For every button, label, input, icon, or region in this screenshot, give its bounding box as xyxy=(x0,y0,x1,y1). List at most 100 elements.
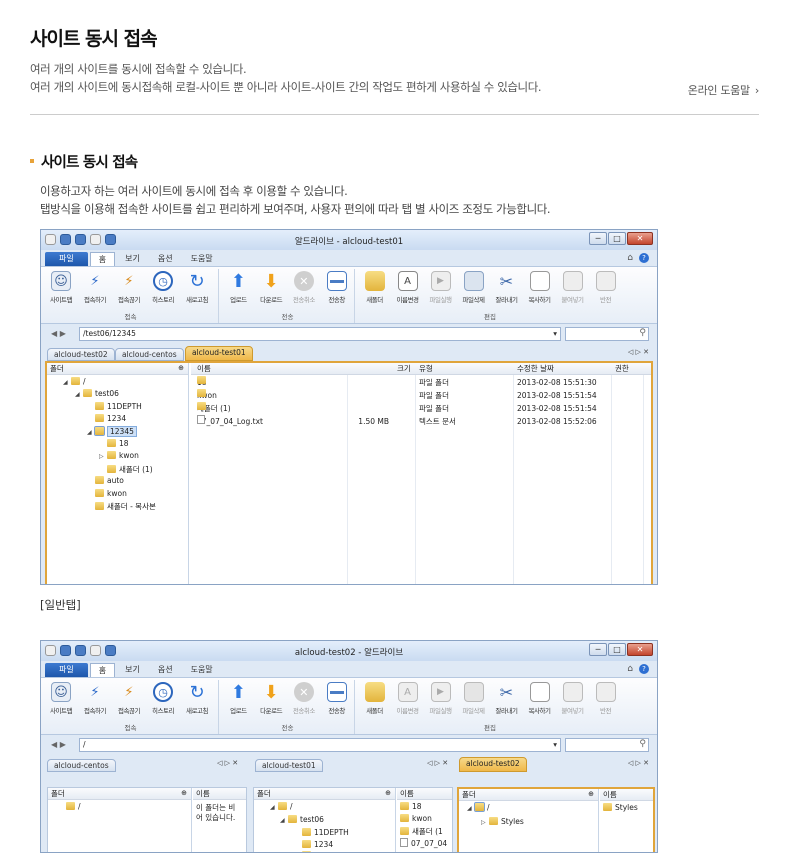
file-row[interactable]: 새폴더 (1) 파일 폴더 2013-02-08 15:51:54 xyxy=(191,402,651,415)
expand-closed-icon[interactable]: ▷ xyxy=(99,453,107,460)
minimize-button[interactable]: ─ xyxy=(589,232,607,245)
new-folder-button[interactable]: 새폴더 xyxy=(359,680,390,715)
search-icon[interactable]: ⚲ xyxy=(639,739,646,749)
paste-button[interactable]: 붙여넣기 xyxy=(557,680,588,715)
history-button[interactable]: ◷ 히스토리 xyxy=(147,269,179,304)
site-tab-alcloud-centos[interactable]: alcloud-centos xyxy=(47,759,116,772)
list-item[interactable]: 07_07_04 xyxy=(400,838,447,848)
tree-node[interactable]: ▷ kwon xyxy=(99,451,139,460)
online-help-link[interactable]: 온라인 도움말 › xyxy=(688,82,760,98)
tree-node[interactable]: 새폴더 - 복사본 xyxy=(87,501,156,512)
col-permission[interactable]: 권한 xyxy=(615,363,629,374)
tree-node[interactable]: ▷ Styles xyxy=(481,817,524,826)
search-input[interactable]: ⚲ xyxy=(565,327,649,341)
sitemap-button[interactable]: ☺ 사이트맵 xyxy=(45,269,77,304)
tab-controls[interactable]: ◁ ▷ ✕ xyxy=(628,348,649,356)
list-item[interactable]: 18 xyxy=(400,802,422,811)
file-row[interactable]: kwon 파일 폴더 2013-02-08 15:51:54 xyxy=(191,389,651,402)
tree-node[interactable]: 1234 xyxy=(87,414,126,423)
tab-help[interactable]: 도움말 xyxy=(183,252,221,266)
rename-button[interactable]: A 이름변경 xyxy=(392,680,423,715)
site-tab-alcloud-centos[interactable]: alcloud-centos xyxy=(115,348,184,361)
col-name[interactable]: 이름 xyxy=(197,363,211,374)
online-help-label[interactable]: 온라인 도움말 xyxy=(688,84,750,97)
delete-file-button[interactable]: 파일삭제 xyxy=(458,269,489,304)
site-tab-alcloud-test01[interactable]: alcloud-test01 xyxy=(185,346,253,361)
list-header[interactable]: 이름 xyxy=(193,788,246,800)
tree-node[interactable]: ◢ / xyxy=(63,377,86,386)
tab-controls[interactable]: ◁ ▷ ✕ xyxy=(217,759,238,767)
tree-node[interactable]: / xyxy=(66,802,81,811)
tab-file[interactable]: 파일 xyxy=(45,663,88,677)
col-type[interactable]: 유형 xyxy=(419,363,433,374)
cancel-transfer-button[interactable]: ✕ 전송취소 xyxy=(289,680,320,715)
search-input[interactable]: ⚲ xyxy=(565,738,649,752)
address-input[interactable]: /test06/12345 ▾ xyxy=(79,327,561,341)
run-file-button[interactable]: ▶ 파일실행 xyxy=(425,269,456,304)
chevron-down-icon[interactable]: ▾ xyxy=(553,739,557,751)
delete-file-button[interactable]: 파일삭제 xyxy=(458,680,489,715)
tree-node[interactable]: 18 xyxy=(99,439,129,448)
disconnect-button[interactable]: ⚡ 접속끊기 xyxy=(113,269,145,305)
list-header[interactable]: 이름 xyxy=(600,789,653,801)
pin-icon[interactable]: ⊕ xyxy=(178,363,184,374)
upload-button[interactable]: ⬆ 업로드 xyxy=(223,269,254,305)
expand-open-icon[interactable]: ◢ xyxy=(87,429,95,436)
copy-button[interactable]: 복사하기 xyxy=(524,269,555,304)
paste-button[interactable]: 붙여넣기 xyxy=(557,269,588,304)
connect-button[interactable]: ⚡ 접속하기 xyxy=(79,269,111,305)
tab-options[interactable]: 옵션 xyxy=(150,663,181,677)
disconnect-button[interactable]: ⚡ 접속끊기 xyxy=(113,680,145,716)
refresh-button[interactable]: ↻ 새로고침 xyxy=(181,680,213,716)
chevron-down-icon[interactable]: ▾ xyxy=(553,328,557,340)
col-size[interactable]: 크기 xyxy=(397,363,411,374)
tab-view[interactable]: 보기 xyxy=(117,663,148,677)
tree-node[interactable]: kwon xyxy=(87,488,127,498)
tree-node[interactable]: ◢ / xyxy=(467,802,490,812)
tab-view[interactable]: 보기 xyxy=(117,252,148,266)
upload-button[interactable]: ⬆ 업로드 xyxy=(223,680,254,716)
refresh-button[interactable]: ↻ 새로고침 xyxy=(181,269,213,305)
tab-help[interactable]: 도움말 xyxy=(183,663,221,677)
tab-file[interactable]: 파일 xyxy=(45,252,88,266)
sitemap-button[interactable]: ☺ 사이트맵 xyxy=(45,680,77,715)
maximize-button[interactable]: □ xyxy=(608,232,626,245)
copy-button[interactable]: 복사하기 xyxy=(524,680,555,715)
list-header[interactable]: 이름 xyxy=(397,788,452,800)
tree-node[interactable]: 11DEPTH xyxy=(302,828,349,837)
cut-button[interactable]: ✂ 잘라내기 xyxy=(491,680,522,716)
tree-node[interactable]: ◢ 12345 xyxy=(87,425,137,437)
new-folder-button[interactable]: 새폴더 xyxy=(359,269,390,304)
address-input[interactable]: / ▾ xyxy=(79,738,561,752)
list-item[interactable]: 새폴더 (1 xyxy=(400,826,443,837)
collapse-ribbon-icon[interactable]: ⌂ xyxy=(627,664,633,674)
nav-arrows[interactable]: ◀ ▶ xyxy=(51,329,66,338)
tab-home[interactable]: 홈 xyxy=(89,663,116,677)
file-row[interactable]: 07_07_04_Log.txt 1.50 MB 텍스트 문서 2013-02-08 … xyxy=(191,415,651,428)
list-item[interactable]: Styles xyxy=(603,803,638,812)
tree-node[interactable]: ◢ / xyxy=(270,802,293,811)
history-button[interactable]: ◷ 히스토리 xyxy=(147,680,179,715)
transfer-window-button[interactable]: 전송창 xyxy=(321,680,352,715)
nav-arrows[interactable]: ◀ ▶ xyxy=(51,740,66,749)
pin-icon[interactable]: ⊕ xyxy=(385,788,391,799)
site-tab-alcloud-test02[interactable]: alcloud-test02 xyxy=(47,348,115,361)
collapse-ribbon-icon[interactable]: ⌂ xyxy=(627,253,633,263)
tree-node[interactable]: 1234 xyxy=(302,840,333,849)
tab-options[interactable]: 옵션 xyxy=(150,252,181,266)
expand-open-icon[interactable]: ◢ xyxy=(63,379,71,386)
rename-button[interactable]: A 이름변경 xyxy=(392,269,423,304)
tree-node[interactable]: auto xyxy=(87,476,124,485)
tab-controls[interactable]: ◁ ▷ ✕ xyxy=(628,759,649,767)
close-button[interactable]: ✕ xyxy=(627,232,653,245)
transfer-window-button[interactable]: 전송창 xyxy=(321,269,352,304)
minimize-button[interactable]: ─ xyxy=(589,643,607,656)
cancel-transfer-button[interactable]: ✕ 전송취소 xyxy=(289,269,320,304)
tree-node[interactable]: 11DEPTH xyxy=(87,401,142,411)
col-date[interactable]: 수정한 날짜 xyxy=(517,363,554,374)
pin-icon[interactable]: ⊕ xyxy=(588,789,594,800)
invert-button[interactable]: 반전 xyxy=(590,680,621,715)
tree-node[interactable]: ◢ test06 xyxy=(75,389,119,398)
run-file-button[interactable]: ▶ 파일실행 xyxy=(425,680,456,715)
invert-button[interactable]: 반전 xyxy=(590,269,621,304)
